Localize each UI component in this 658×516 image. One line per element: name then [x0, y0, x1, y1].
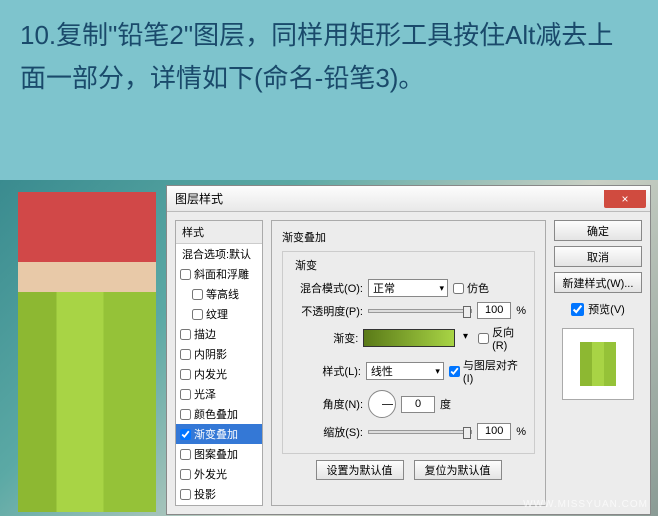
style-item-1[interactable]: 等高线 [176, 284, 262, 304]
set-default-button[interactable]: 设置为默认值 [316, 460, 404, 480]
opacity-input[interactable]: 100 [477, 302, 511, 319]
style-item-label: 等高线 [206, 286, 239, 302]
pencil-eraser [18, 192, 156, 262]
style-item-checkbox[interactable] [180, 449, 191, 460]
scale-input[interactable]: 100 [477, 423, 511, 440]
reset-default-button[interactable]: 复位为默认值 [414, 460, 502, 480]
dither-checkbox[interactable]: 仿色 [453, 280, 489, 296]
reverse-label: 反向(R) [492, 324, 526, 352]
style-item-checkbox[interactable] [180, 369, 191, 380]
style-item-label: 内阴影 [194, 346, 227, 362]
style-item-11[interactable]: 投影 [176, 484, 262, 504]
styles-list-panel: 样式 混合选项:默认斜面和浮雕等高线纹理描边内阴影内发光光泽颜色叠加渐变叠加图案… [175, 220, 263, 506]
style-item-label: 外发光 [194, 466, 227, 482]
preview-label: 预览(V) [588, 301, 625, 317]
dither-label: 仿色 [467, 280, 489, 296]
style-item-checkbox[interactable] [180, 489, 191, 500]
subgroup-title: 渐变 [291, 257, 321, 273]
style-item-checkbox[interactable] [180, 269, 191, 280]
style-item-label: 光泽 [194, 386, 216, 402]
style-item-9[interactable]: 图案叠加 [176, 444, 262, 464]
style-item-label: 渐变叠加 [194, 426, 238, 442]
layer-style-dialog: 图层样式 × 样式 混合选项:默认斜面和浮雕等高线纹理描边内阴影内发光光泽颜色叠… [166, 185, 651, 515]
style-item-checkbox[interactable] [192, 309, 203, 320]
scale-unit: % [516, 426, 526, 438]
style-item-checkbox[interactable] [192, 289, 203, 300]
style-item-checkbox[interactable] [180, 469, 191, 480]
preview-check-input[interactable] [571, 303, 584, 316]
style-item-checkbox[interactable] [180, 389, 191, 400]
scale-slider[interactable] [368, 430, 472, 434]
workspace: 思缘设计论坛 图层样式 × 样式 混合选项:默认斜面和浮雕等高线纹理描边内阴影内… [0, 180, 658, 516]
pencil-preview [18, 192, 156, 512]
style-item-label: 纹理 [206, 306, 228, 322]
blend-options-item[interactable]: 混合选项:默认 [176, 244, 262, 264]
style-item-label: 投影 [194, 486, 216, 502]
preview-thumbnail [562, 328, 634, 400]
style-item-label: 描边 [194, 326, 216, 342]
align-check-input[interactable] [449, 366, 460, 377]
blend-mode-select[interactable]: 正常 [368, 279, 448, 297]
style-item-label: 颜色叠加 [194, 406, 238, 422]
scale-label: 缩放(S): [291, 424, 363, 440]
style-item-3[interactable]: 描边 [176, 324, 262, 344]
style-item-6[interactable]: 光泽 [176, 384, 262, 404]
style-item-label: 斜面和浮雕 [194, 266, 249, 282]
cancel-button[interactable]: 取消 [554, 246, 642, 267]
style-label: 样式(L): [291, 363, 361, 379]
group-title: 渐变叠加 [282, 229, 535, 245]
style-item-label: 内发光 [194, 366, 227, 382]
gradient-overlay-panel: 渐变叠加 渐变 混合模式(O): 正常 仿色 不透明度(P): [271, 220, 546, 506]
style-item-4[interactable]: 内阴影 [176, 344, 262, 364]
new-style-button[interactable]: 新建样式(W)... [554, 272, 642, 293]
styles-header: 样式 [176, 221, 262, 244]
opacity-unit: % [516, 305, 526, 317]
align-label: 与图层对齐(I) [463, 357, 526, 385]
close-icon[interactable]: × [604, 190, 646, 208]
style-item-5[interactable]: 内发光 [176, 364, 262, 384]
style-item-checkbox[interactable] [180, 329, 191, 340]
style-item-checkbox[interactable] [180, 409, 191, 420]
gradient-picker[interactable] [363, 329, 455, 347]
dialog-title: 图层样式 [175, 190, 604, 207]
style-item-label: 图案叠加 [194, 446, 238, 462]
gradient-label: 渐变: [291, 330, 358, 346]
angle-dial[interactable] [368, 390, 396, 418]
dialog-buttons-panel: 确定 取消 新建样式(W)... 预览(V) [554, 220, 642, 506]
preview-checkbox[interactable]: 预览(V) [554, 301, 642, 317]
opacity-label: 不透明度(P): [291, 303, 363, 319]
align-checkbox[interactable]: 与图层对齐(I) [449, 357, 526, 385]
style-item-8[interactable]: 渐变叠加 [176, 424, 262, 444]
style-item-7[interactable]: 颜色叠加 [176, 404, 262, 424]
angle-input[interactable]: 0 [401, 396, 435, 413]
instruction-text: 10.复制"铅笔2"图层，同样用矩形工具按住Alt减去上面一部分，详情如下(命名… [0, 0, 658, 180]
style-item-10[interactable]: 外发光 [176, 464, 262, 484]
dither-check-input[interactable] [453, 283, 464, 294]
angle-label: 角度(N): [291, 396, 363, 412]
style-item-0[interactable]: 斜面和浮雕 [176, 264, 262, 284]
style-select[interactable]: 线性 [366, 362, 444, 380]
style-item-checkbox[interactable] [180, 429, 191, 440]
reverse-checkbox[interactable]: 反向(R) [478, 324, 526, 352]
opacity-slider[interactable] [368, 309, 472, 313]
style-item-checkbox[interactable] [180, 349, 191, 360]
preview-swatch [580, 342, 616, 386]
blend-mode-label: 混合模式(O): [291, 280, 363, 296]
style-item-2[interactable]: 纹理 [176, 304, 262, 324]
ok-button[interactable]: 确定 [554, 220, 642, 241]
watermark: WWW.MISSYUAN.COM [523, 499, 648, 510]
reverse-check-input[interactable] [478, 333, 489, 344]
angle-unit: 度 [440, 396, 451, 412]
dialog-titlebar[interactable]: 图层样式 × [167, 186, 650, 212]
pencil-ferrule [18, 262, 156, 292]
pencil-body [18, 292, 156, 512]
